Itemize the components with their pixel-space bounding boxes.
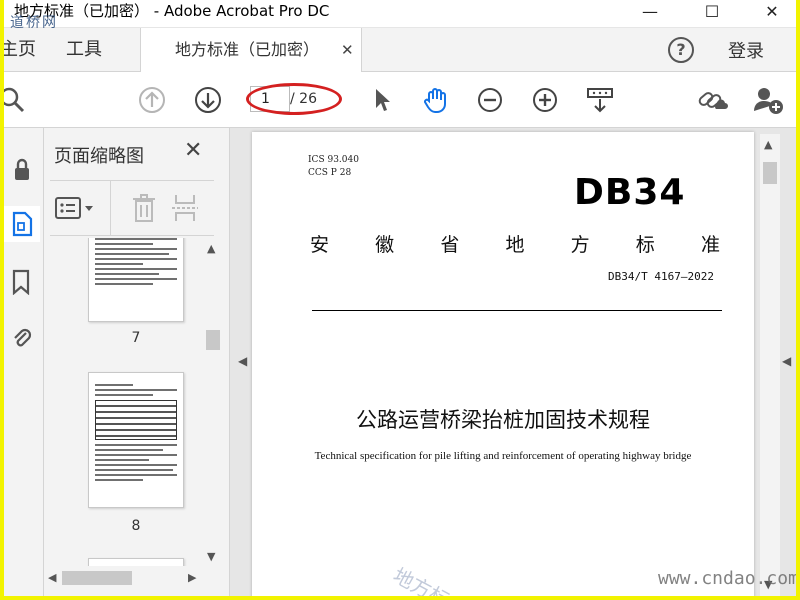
- scroll-thumb[interactable]: [763, 162, 777, 184]
- zoom-out-icon[interactable]: [474, 84, 506, 116]
- delete-page-icon[interactable]: [130, 193, 158, 223]
- scroll-up-arrow[interactable]: ▲: [207, 242, 215, 255]
- lock-icon[interactable]: [4, 152, 40, 188]
- maximize-button[interactable]: ☐: [692, 0, 732, 22]
- attachment-icon[interactable]: [4, 320, 40, 356]
- tab-document[interactable]: 地方标准（已加密） ✕: [140, 28, 362, 73]
- thumbnail-label: 7: [131, 330, 141, 346]
- toolbar-divider: [110, 181, 111, 235]
- scroll-right-arrow[interactable]: ▶: [188, 571, 196, 584]
- standard-number: DB34/T 4167—2022: [608, 270, 714, 283]
- red-highlight-ellipse: [246, 83, 342, 115]
- close-panel-icon[interactable]: ✕: [184, 138, 202, 163]
- title-bar: 地方标准（已加密） - Adobe Acrobat Pro DC 道桥网 — ☐…: [4, 0, 796, 31]
- thumbnail-panel: 页面缩略图 ✕ 7 8 ▲ ▼ ◀ ▶: [44, 128, 230, 596]
- thumbnail-page-8[interactable]: [88, 372, 184, 508]
- province-char: 准: [700, 234, 720, 256]
- thumbnail-page-9[interactable]: [88, 558, 184, 566]
- pdf-page: ICS 93.040 CCS P 28 DB34 安 徽 省 地 方 标 准 D…: [252, 132, 754, 596]
- app-window: 地方标准（已加密） - Adobe Acrobat Pro DC 道桥网 — ☐…: [4, 0, 796, 596]
- thumbnail-options-icon[interactable]: [54, 195, 98, 221]
- next-page-icon[interactable]: [192, 84, 224, 116]
- previous-page-icon[interactable]: [136, 84, 168, 116]
- login-button[interactable]: 登录: [728, 28, 764, 76]
- document-vertical-scrollbar[interactable]: ▲ ▼: [760, 134, 780, 596]
- close-window-button[interactable]: ✕: [752, 0, 792, 22]
- document-title-en: Technical specification for pile lifting…: [314, 450, 692, 462]
- thumbnail-table: [95, 400, 177, 440]
- province-char: 标: [635, 234, 655, 256]
- thumbnail-page-7[interactable]: [88, 238, 184, 322]
- select-cursor-icon[interactable]: [366, 84, 398, 116]
- tab-home[interactable]: 主页: [4, 28, 36, 72]
- province-char: 地: [505, 234, 525, 256]
- classification-codes: ICS 93.040 CCS P 28: [308, 154, 359, 180]
- extract-page-icon[interactable]: [172, 193, 202, 223]
- search-icon[interactable]: [4, 84, 28, 116]
- standard-logo: DB34: [574, 172, 686, 213]
- province-char: 安: [310, 234, 330, 256]
- document-tab-label: 地方标准（已加密）: [175, 40, 320, 59]
- left-navigation-rail: [4, 128, 44, 596]
- help-icon[interactable]: ?: [668, 37, 694, 63]
- diagonal-watermark: 地方标: [389, 563, 454, 596]
- page-thumbnails-icon[interactable]: [4, 206, 40, 242]
- add-user-icon[interactable]: [752, 84, 784, 116]
- divider-line: [312, 310, 722, 311]
- ics-code: ICS 93.040: [308, 155, 359, 165]
- window-title: 地方标准（已加密） - Adobe Acrobat Pro DC: [14, 2, 330, 20]
- province-heading: 安 徽 省 地 方 标 准: [310, 230, 720, 257]
- document-title-cn: 公路运营桥梁抬桩加固技术规程: [356, 408, 650, 432]
- collapse-left-panel-arrow[interactable]: ◀: [238, 354, 247, 368]
- hand-tool-icon[interactable]: [420, 84, 452, 116]
- scroll-up-arrow[interactable]: ▲: [764, 138, 772, 151]
- document-viewport[interactable]: ◀ ICS 93.040 CCS P 28 DB34 安 徽 省 地 方 标 准…: [230, 128, 796, 596]
- bookmark-icon[interactable]: [4, 264, 40, 300]
- thumbnail-toolbar: [50, 180, 214, 236]
- province-char: 方: [570, 234, 590, 256]
- province-char: 徽: [375, 234, 395, 256]
- toolbar: 1 / 26: [4, 72, 796, 128]
- scroll-left-arrow[interactable]: ◀: [48, 571, 56, 584]
- tab-bar: 主页 工具 地方标准（已加密） ✕ ? 登录: [4, 28, 796, 73]
- close-tab-icon[interactable]: ✕: [341, 28, 354, 72]
- scroll-thumb[interactable]: [206, 330, 220, 350]
- thumbnail-panel-title: 页面缩略图: [54, 146, 144, 167]
- thumbnail-label: 8: [131, 518, 141, 534]
- scroll-mode-icon[interactable]: [584, 84, 616, 116]
- ccs-code: CCS P 28: [308, 168, 352, 178]
- tab-tools[interactable]: 工具: [66, 28, 102, 72]
- minimize-button[interactable]: —: [630, 0, 670, 22]
- zoom-in-icon[interactable]: [529, 84, 561, 116]
- scroll-thumb[interactable]: [62, 571, 132, 585]
- scroll-down-arrow[interactable]: ▼: [207, 550, 215, 563]
- thumbnail-list: 7 8: [44, 238, 204, 566]
- collapse-right-panel-arrow[interactable]: ◀: [782, 354, 791, 368]
- thumbnail-vertical-scrollbar[interactable]: ▲ ▼: [204, 238, 222, 568]
- province-char: 省: [440, 234, 460, 256]
- thumbnail-horizontal-scrollbar[interactable]: ◀ ▶: [44, 568, 204, 588]
- site-watermark-bottom: www.cndao.com: [658, 568, 796, 589]
- share-link-icon[interactable]: [696, 84, 728, 116]
